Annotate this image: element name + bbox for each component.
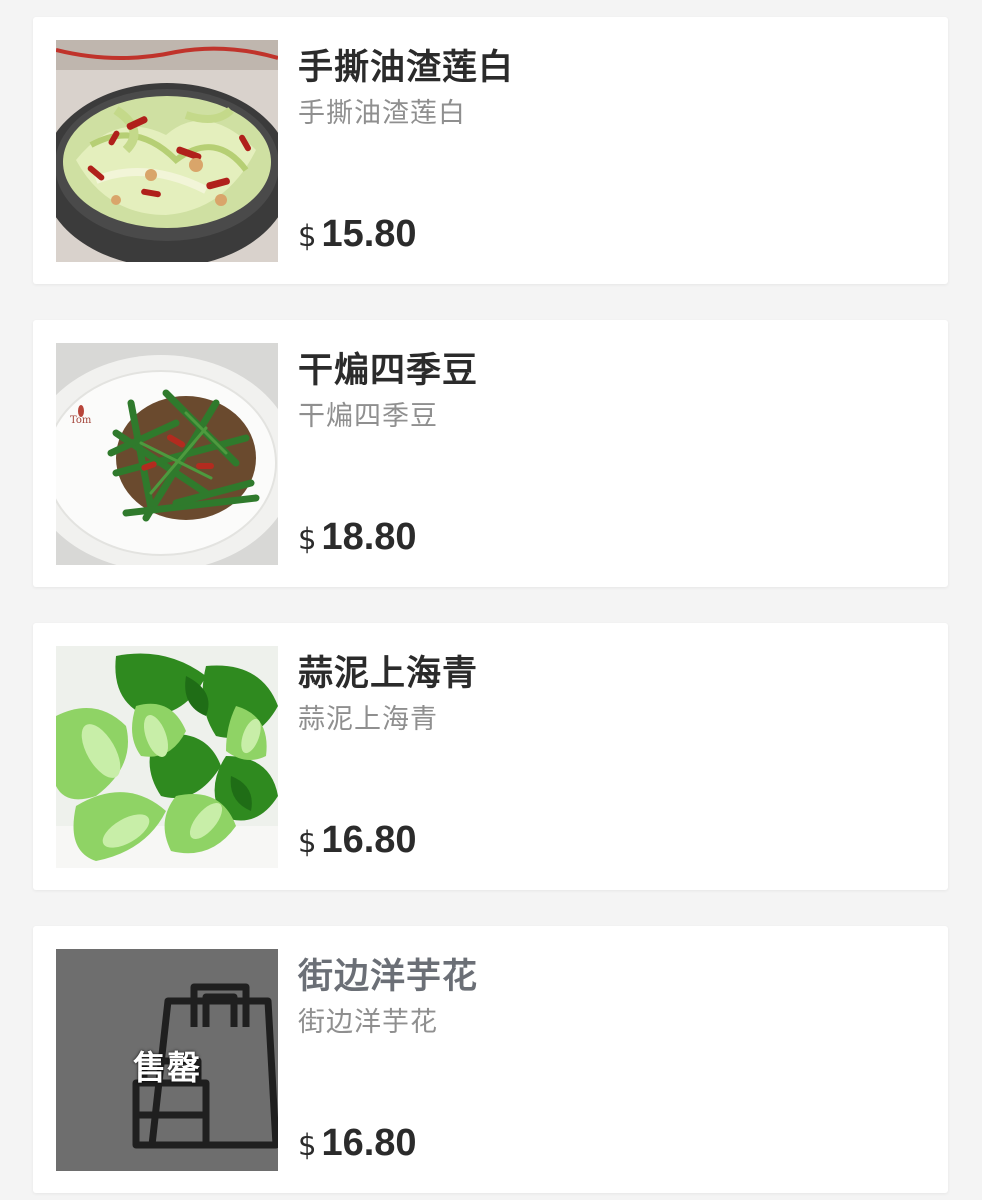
garlic-bok-choy-photo <box>56 646 278 868</box>
dish-description: 街边洋芋花 <box>298 1007 438 1038</box>
menu-item-card[interactable]: 手撕油渣莲白 手撕油渣莲白 $15.80 <box>33 17 948 284</box>
currency-symbol: $ <box>298 522 317 556</box>
dry-fried-green-beans-photo: Tom <box>56 343 278 565</box>
dish-price: $16.80 <box>298 819 417 862</box>
currency-symbol: $ <box>298 1128 317 1162</box>
dish-description: 干煸四季豆 <box>298 401 438 432</box>
dish-price: $16.80 <box>298 1122 417 1165</box>
dish-name: 手撕油渣莲白 <box>298 48 515 88</box>
dish-photo[interactable] <box>56 646 278 868</box>
menu-item-card-sold-out[interactable]: 售罄 街边洋芋花 街边洋芋花 $16.80 <box>33 926 948 1193</box>
dish-description: 蒜泥上海青 <box>298 704 438 735</box>
price-amount: 15.80 <box>321 213 417 255</box>
currency-symbol: $ <box>298 825 317 859</box>
dish-price: $15.80 <box>298 213 417 256</box>
dish-description: 手撕油渣莲白 <box>298 98 466 129</box>
stir-fried-cabbage-photo <box>56 40 278 262</box>
dish-photo[interactable] <box>56 40 278 262</box>
price-amount: 16.80 <box>321 819 417 861</box>
dish-price: $18.80 <box>298 516 417 559</box>
dish-name: 街边洋芋花 <box>298 957 479 997</box>
dish-photo[interactable]: Tom <box>56 343 278 565</box>
price-amount: 16.80 <box>321 1122 417 1164</box>
dish-name: 干煸四季豆 <box>298 351 479 391</box>
currency-symbol: $ <box>298 219 317 253</box>
dish-photo-placeholder[interactable]: 售罄 <box>56 949 278 1171</box>
sold-out-badge: 售罄 <box>133 1048 201 1087</box>
price-amount: 18.80 <box>321 516 417 558</box>
dish-name: 蒜泥上海青 <box>298 654 479 694</box>
menu-item-list: 手撕油渣莲白 手撕油渣莲白 $15.80 Tom 干煸四季豆 干煸四季豆 $ 1… <box>0 0 982 1200</box>
menu-item-card[interactable]: Tom 干煸四季豆 干煸四季豆 $ 18.80 <box>33 320 948 587</box>
menu-item-card[interactable]: 蒜泥上海青 蒜泥上海青 $16.80 <box>33 623 948 890</box>
